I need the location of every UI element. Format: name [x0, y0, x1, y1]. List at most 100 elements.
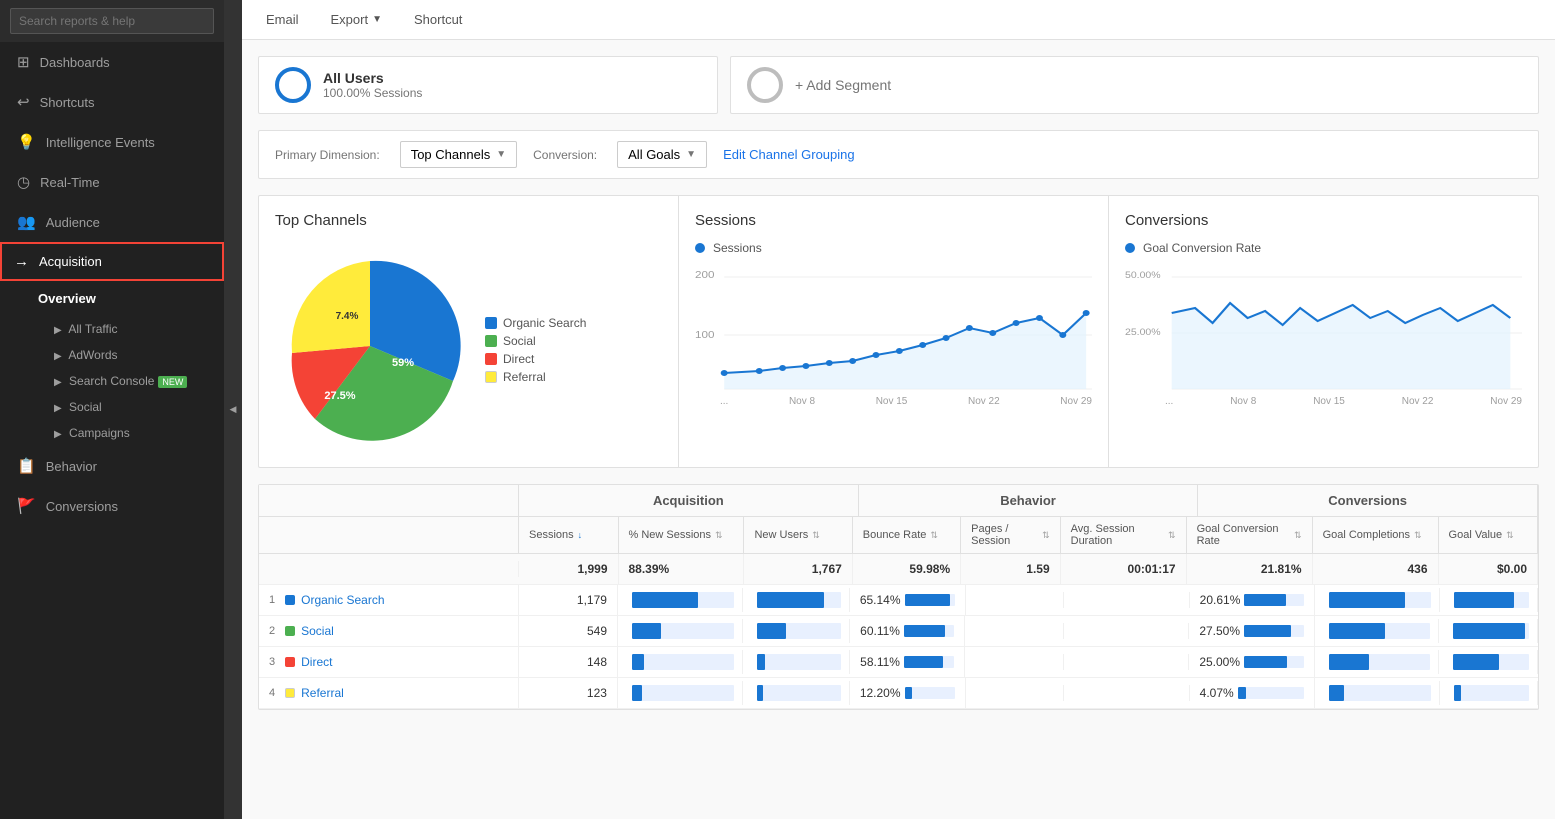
add-segment-label: + Add Segment	[795, 77, 891, 93]
shortcut-button[interactable]: Shortcut	[406, 8, 470, 31]
col-channel[interactable]	[259, 517, 519, 553]
dashboards-icon: ⊞	[17, 53, 30, 71]
conversion-select[interactable]: All Goals ▼	[617, 141, 707, 168]
channel-color-dot	[285, 657, 295, 667]
sessions-metric-name: Sessions	[713, 241, 762, 255]
cell-duration	[1064, 623, 1189, 639]
legend-dot-organic	[485, 317, 497, 329]
sidebar-item-label: Behavior	[46, 459, 97, 474]
cell-goal-comp	[1315, 588, 1440, 612]
sidebar-item-realtime[interactable]: ◷ Real-Time	[0, 162, 224, 202]
add-segment-circle	[747, 67, 783, 103]
table-row: 3 Direct 148 58.11% 25.00%	[259, 647, 1538, 678]
sidebar-sub-overview[interactable]: Overview	[0, 281, 224, 316]
totals-label	[259, 561, 519, 577]
sidebar-item-shortcuts[interactable]: ↩ Shortcuts	[0, 82, 224, 122]
col-pct-new[interactable]: % New Sessions ⇅	[619, 517, 745, 553]
sidebar-sub-search-console[interactable]: ▶ Search ConsoleNEW	[0, 368, 224, 394]
cell-sessions: 549	[519, 616, 618, 646]
channel-link[interactable]: Social	[301, 624, 334, 638]
col-new-users[interactable]: New Users ⇅	[744, 517, 852, 553]
data-table: Acquisition Behavior Conversions Session…	[258, 484, 1539, 710]
email-button[interactable]: Email	[258, 8, 307, 31]
cell-new-users	[743, 650, 850, 674]
cell-duration	[1064, 654, 1189, 670]
sessions-panel: Sessions Sessions 200 100	[679, 196, 1109, 467]
channel-link[interactable]: Referral	[301, 686, 344, 700]
conversions-panel: Conversions Goal Conversion Rate 50.00% …	[1109, 196, 1538, 467]
cell-goal-val	[1439, 619, 1538, 643]
cell-new-users	[743, 619, 850, 643]
primary-dim-select[interactable]: Top Channels ▼	[400, 141, 517, 168]
sessions-metric: Sessions	[695, 241, 1092, 255]
cell-goal-rate: 4.07%	[1190, 678, 1315, 708]
col-goal-val[interactable]: Goal Value ⇅	[1439, 517, 1539, 553]
export-button[interactable]: Export ▼	[323, 8, 390, 31]
sidebar-sub-campaigns[interactable]: ▶ Campaigns	[0, 420, 224, 446]
cell-goal-comp	[1315, 650, 1440, 674]
sidebar-item-label: Shortcuts	[40, 95, 95, 110]
topbar: Email Export ▼ Shortcut	[242, 0, 1555, 40]
sidebar-sub-all-traffic[interactable]: ▶ All Traffic	[0, 316, 224, 342]
conversions-icon: 🚩	[17, 497, 36, 515]
conversions-metric: Goal Conversion Rate	[1125, 241, 1522, 255]
cell-channel-name: 4 Referral	[259, 678, 519, 708]
cell-goal-val	[1440, 588, 1538, 612]
search-input[interactable]	[10, 8, 214, 34]
col-goal-rate[interactable]: Goal Conversion Rate ⇅	[1187, 517, 1313, 553]
cell-bounce: 60.11%	[850, 616, 965, 646]
cell-new-users	[743, 681, 850, 705]
segment-card-all-users: All Users 100.00% Sessions	[258, 56, 718, 114]
conversions-chart-title: Conversions	[1125, 212, 1522, 229]
sidebar-sub-adwords[interactable]: ▶ AdWords	[0, 342, 224, 368]
totals-new-users: 1,767	[744, 554, 852, 584]
col-sessions[interactable]: Sessions ↓	[519, 517, 619, 553]
segment-name: All Users	[323, 70, 422, 86]
cell-bounce: 58.11%	[850, 647, 965, 677]
cell-goal-rate: 20.61%	[1190, 585, 1315, 615]
cell-goal-rate: 27.50%	[1189, 616, 1314, 646]
cell-sessions: 148	[519, 647, 618, 677]
primary-dim-arrow-icon: ▼	[496, 149, 506, 160]
svg-text:50.00%: 50.00%	[1125, 271, 1161, 281]
sidebar-sub-social[interactable]: ▶ Social	[0, 394, 224, 420]
sidebar-item-label: Intelligence Events	[46, 135, 155, 150]
totals-pct-new: 88.39%	[619, 554, 745, 584]
svg-text:200: 200	[695, 270, 714, 281]
col-bounce[interactable]: Bounce Rate ⇅	[853, 517, 961, 553]
col-pages[interactable]: Pages / Session ⇅	[961, 517, 1061, 553]
totals-bounce: 59.98%	[853, 554, 961, 584]
sidebar-item-acquisition[interactable]: → Acquisition	[0, 242, 224, 281]
sidebar-item-conversions[interactable]: 🚩 Conversions	[0, 486, 224, 526]
cell-sessions: 1,179	[519, 585, 618, 615]
cell-pages	[966, 592, 1065, 608]
cell-bounce: 12.20%	[850, 678, 966, 708]
svg-text:27.5%: 27.5%	[324, 390, 355, 402]
edit-channel-grouping-link[interactable]: Edit Channel Grouping	[723, 147, 855, 162]
segment-circle	[275, 67, 311, 103]
sidebar-item-behavior[interactable]: 📋 Behavior	[0, 446, 224, 486]
totals-goal-comp: 436	[1313, 554, 1439, 584]
col-duration[interactable]: Avg. Session Duration ⇅	[1061, 517, 1187, 553]
conversion-label: Conversion:	[533, 148, 597, 162]
channel-link[interactable]: Direct	[301, 655, 332, 669]
row-number: 4	[269, 687, 275, 699]
sidebar-item-intelligence[interactable]: 💡 Intelligence Events	[0, 122, 224, 162]
sidebar-collapse-handle[interactable]: ◀	[224, 0, 242, 819]
add-segment-button[interactable]: + Add Segment	[730, 56, 1539, 114]
channel-link[interactable]: Organic Search	[301, 593, 384, 607]
sidebar-item-audience[interactable]: 👥 Audience	[0, 202, 224, 242]
totals-row: 1,999 88.39% 1,767 59.98% 1.59 00:01:17 …	[259, 554, 1538, 585]
shortcuts-icon: ↩	[17, 93, 30, 111]
sidebar-item-dashboards[interactable]: ⊞ Dashboards	[0, 42, 224, 82]
totals-pages: 1.59	[961, 554, 1061, 584]
table-row: 1 Organic Search 1,179 65.14% 20.61%	[259, 585, 1538, 616]
primary-dim-label: Primary Dimension:	[275, 148, 380, 162]
cell-channel-name: 3 Direct	[259, 647, 519, 677]
col-goal-comp[interactable]: Goal Completions ⇅	[1313, 517, 1439, 553]
totals-sessions: 1,999	[519, 554, 619, 584]
cell-duration	[1064, 685, 1189, 701]
row-number: 1	[269, 594, 275, 606]
cell-sessions: 123	[519, 678, 618, 708]
top-channels-title: Top Channels	[275, 212, 662, 229]
